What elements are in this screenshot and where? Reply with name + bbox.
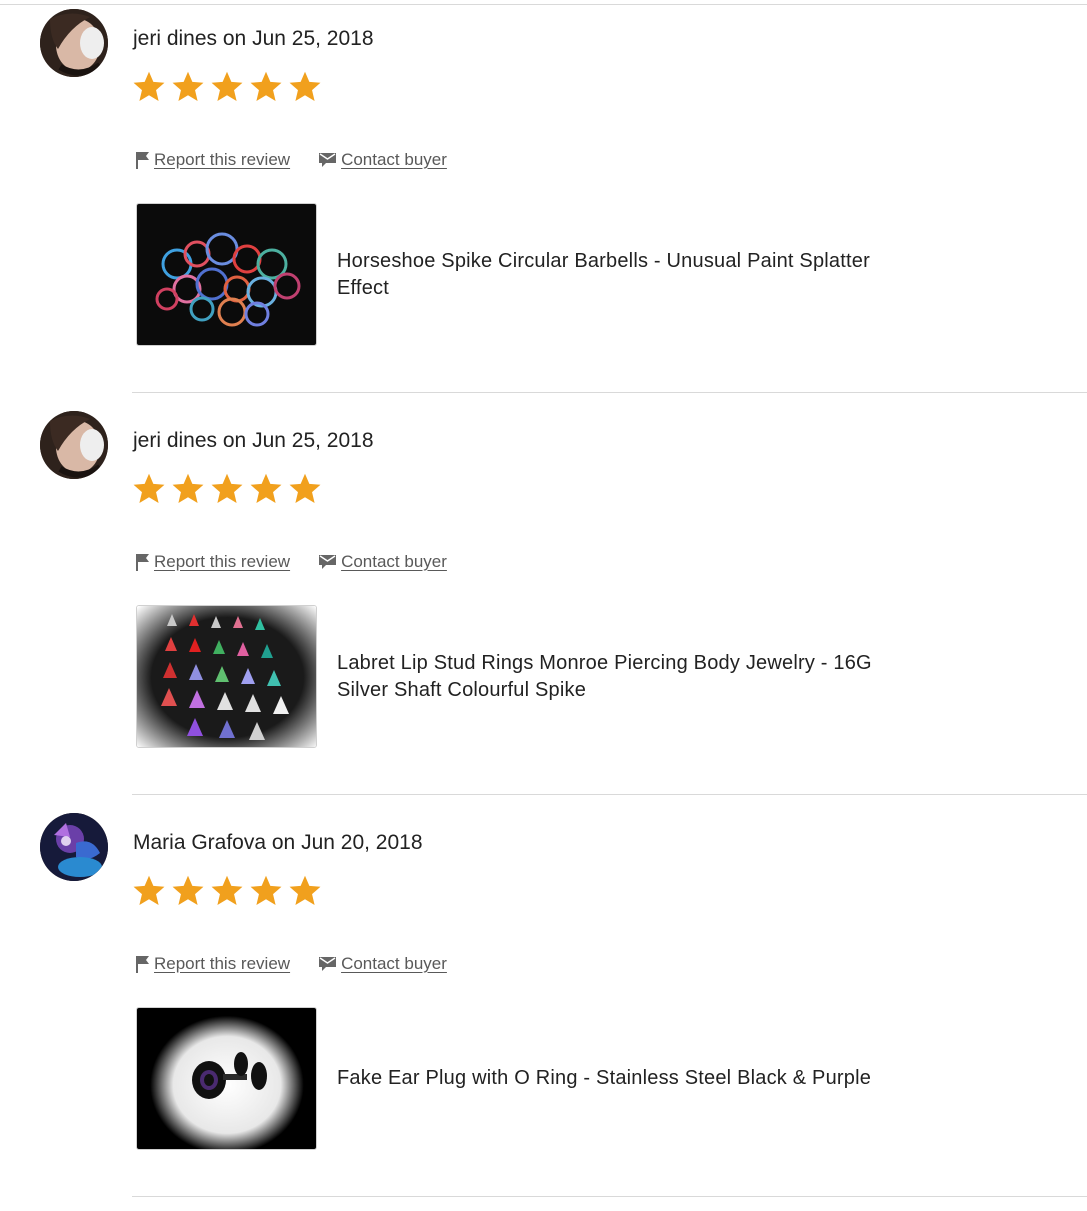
review-byline: jeri dines on Jun 25, 2018 — [133, 429, 374, 452]
star-icon — [289, 71, 321, 101]
message-icon — [319, 555, 337, 569]
message-icon — [319, 957, 337, 971]
star-icon — [250, 71, 282, 101]
report-review-link[interactable]: Report this review — [135, 552, 290, 572]
star-icon — [172, 473, 204, 503]
star-rating — [131, 873, 323, 911]
reviewer-avatar[interactable] — [40, 9, 108, 77]
report-review-label: Report this review — [154, 552, 291, 571]
report-review-label: Report this review — [154, 150, 291, 169]
review-byline: jeri dines on Jun 25, 2018 — [133, 27, 374, 50]
star-icon — [211, 473, 243, 503]
flag-icon — [136, 152, 149, 169]
review-divider — [132, 392, 1087, 393]
report-review-link[interactable]: Report this review — [135, 954, 290, 974]
reviewer-avatar[interactable] — [40, 813, 108, 881]
star-rating — [131, 471, 323, 509]
review-divider — [132, 1196, 1087, 1197]
star-icon — [250, 473, 282, 503]
review-item: jeri dines on Jun 25, 2018 Report this r… — [0, 407, 1087, 809]
review-divider — [132, 794, 1087, 795]
contact-buyer-label: Contact buyer — [341, 150, 447, 169]
review-byline: Maria Grafova on Jun 20, 2018 — [133, 831, 423, 854]
star-icon — [172, 875, 204, 905]
review-actions: Report this review Contact buyer — [135, 954, 447, 974]
item-thumbnail[interactable] — [136, 605, 317, 748]
star-rating — [131, 69, 323, 107]
item-title-link[interactable]: Labret Lip Stud Rings Monroe Piercing Bo… — [337, 650, 917, 704]
star-icon — [211, 875, 243, 905]
flag-icon — [136, 554, 149, 571]
star-icon — [133, 875, 165, 905]
star-icon — [250, 875, 282, 905]
item-title-link[interactable]: Horseshoe Spike Circular Barbells - Unus… — [337, 248, 917, 302]
item-thumbnail[interactable] — [136, 203, 317, 346]
item-thumbnail[interactable] — [136, 1007, 317, 1150]
star-icon — [172, 71, 204, 101]
review-actions: Report this review Contact buyer — [135, 150, 447, 170]
star-icon — [289, 473, 321, 503]
report-review-label: Report this review — [154, 954, 291, 973]
star-icon — [289, 875, 321, 905]
contact-buyer-label: Contact buyer — [341, 954, 447, 973]
star-icon — [211, 71, 243, 101]
reviewer-avatar[interactable] — [40, 411, 108, 479]
item-title-link[interactable]: Fake Ear Plug with O Ring - Stainless St… — [337, 1065, 917, 1092]
flag-icon — [136, 956, 149, 973]
review-actions: Report this review Contact buyer — [135, 552, 447, 572]
review-item: Maria Grafova on Jun 20, 2018 Report thi… — [0, 809, 1087, 1211]
contact-buyer-link[interactable]: Contact buyer — [318, 150, 447, 170]
star-icon — [133, 473, 165, 503]
contact-buyer-link[interactable]: Contact buyer — [318, 954, 447, 974]
report-review-link[interactable]: Report this review — [135, 150, 290, 170]
message-icon — [319, 153, 337, 167]
contact-buyer-label: Contact buyer — [341, 552, 447, 571]
contact-buyer-link[interactable]: Contact buyer — [318, 552, 447, 572]
star-icon — [133, 71, 165, 101]
review-item: jeri dines on Jun 25, 2018 Report this r… — [0, 5, 1087, 407]
